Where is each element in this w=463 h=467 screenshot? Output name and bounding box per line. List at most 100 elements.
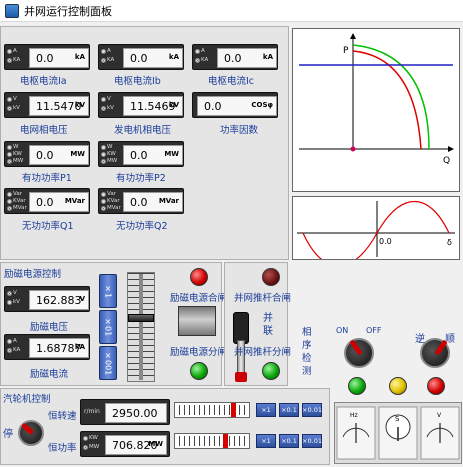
- speed-multiplier-x01[interactable]: ×0.1: [279, 403, 299, 417]
- meter-pf-meter: 0.0 COSφ: [192, 92, 278, 118]
- radio-dot[interactable]: [101, 49, 106, 54]
- meter-ia-radio-1[interactable]: KA: [7, 56, 29, 65]
- excitation-switch[interactable]: [178, 306, 216, 336]
- radio-dot[interactable]: [7, 58, 12, 63]
- meter-vgrid-radio-1[interactable]: kV: [7, 104, 29, 113]
- meter-ic-unit-radios: A KA: [195, 47, 217, 69]
- meter-q2-radio-1[interactable]: KVar: [101, 198, 123, 205]
- radio-dot[interactable]: [7, 348, 12, 353]
- excitation-current-label: 励磁电流: [30, 369, 69, 380]
- power-multiplier-x1[interactable]: ×1: [256, 434, 276, 448]
- meter-p1-radio-0[interactable]: W: [7, 144, 29, 151]
- excitation-current-radio-0[interactable]: A: [7, 337, 29, 346]
- meter-q2-radio-2[interactable]: MVar: [101, 205, 123, 212]
- grid-close-lamp[interactable]: [262, 268, 280, 286]
- radio-dot[interactable]: [101, 106, 106, 111]
- meter-ib-radio-1[interactable]: KA: [101, 56, 123, 65]
- radio-dot[interactable]: [101, 58, 106, 63]
- radio-label: kV: [107, 105, 114, 111]
- meter-q1-radio-2[interactable]: MVar: [7, 205, 29, 212]
- turbine-power-radio-1[interactable]: MW: [83, 443, 105, 452]
- excitation-close-lamp[interactable]: [190, 268, 208, 286]
- radio-dot[interactable]: [7, 49, 12, 54]
- radio-dot[interactable]: [7, 300, 12, 305]
- radio-dot[interactable]: [195, 58, 200, 63]
- meter-ia-radio-0[interactable]: A: [7, 47, 29, 56]
- radio-dot[interactable]: [195, 49, 200, 54]
- radio-dot[interactable]: [101, 145, 106, 150]
- step-button-x1[interactable]: ×1: [99, 274, 117, 308]
- radio-dot[interactable]: [7, 97, 12, 102]
- excitation-voltage-radio-1[interactable]: kV: [7, 298, 29, 307]
- sequence-knob[interactable]: [420, 338, 450, 368]
- radio-dot[interactable]: [101, 159, 106, 164]
- radio-dot[interactable]: [7, 192, 12, 197]
- radio-dot[interactable]: [7, 106, 12, 111]
- excitation-open-lamp[interactable]: [190, 362, 208, 380]
- meter-p2-radio-0[interactable]: W: [101, 144, 123, 151]
- meter-vgrid-radio-0[interactable]: V: [7, 95, 29, 104]
- meter-pf-unit: COSφ: [251, 101, 273, 109]
- meter-p2-radio-2[interactable]: MW: [101, 158, 123, 165]
- meter-ic-radio-0[interactable]: A: [195, 47, 217, 56]
- meter-p1-radio-1[interactable]: KW: [7, 151, 29, 158]
- radio-dot[interactable]: [101, 199, 106, 204]
- meter-ic-radio-1[interactable]: KA: [195, 56, 217, 65]
- meter-q1-radio-0[interactable]: Var: [7, 191, 29, 198]
- meter-ic-meter: A KA 0.0 kA: [192, 44, 278, 70]
- phase-knob[interactable]: [344, 338, 374, 368]
- turbine-speed-display: 2950.00: [105, 403, 167, 423]
- step-button-x001[interactable]: ×001: [99, 346, 117, 380]
- meter-q1-display: 0.0 MVar: [29, 192, 89, 212]
- meter-p1-display: 0.0 MW: [29, 145, 89, 165]
- meter-p1-radio-2[interactable]: MW: [7, 158, 29, 165]
- meter-vgen-radio-1[interactable]: kV: [101, 104, 123, 113]
- radio-dot[interactable]: [101, 192, 106, 197]
- meter-p1-value: 0.0: [36, 148, 54, 162]
- grid-open-lamp[interactable]: [262, 362, 280, 380]
- radio-dot[interactable]: [7, 291, 12, 296]
- step-button-x01[interactable]: ×01: [99, 310, 117, 344]
- meter-q2-unit: MVar: [158, 197, 179, 205]
- turbine-power-radio-0[interactable]: KW: [83, 434, 105, 443]
- meter-ib-unit-radios: A KA: [101, 47, 123, 69]
- radio-dot[interactable]: [101, 152, 106, 157]
- power-scale[interactable]: [174, 433, 250, 449]
- power-multiplier-x001[interactable]: ×0.01: [302, 434, 322, 448]
- radio-label: KW: [107, 151, 116, 157]
- radio-dot[interactable]: [83, 445, 88, 450]
- radio-dot[interactable]: [101, 97, 106, 102]
- excitation-current-radio-1[interactable]: KA: [7, 346, 29, 355]
- speed-multiplier-x1[interactable]: ×1: [256, 403, 276, 417]
- radio-dot[interactable]: [83, 436, 88, 441]
- radio-dot[interactable]: [7, 152, 12, 157]
- pq-x-arrow: [448, 146, 454, 152]
- power-scale-marker[interactable]: [222, 434, 228, 448]
- meter-ib-label: 电枢电流Ib: [114, 76, 161, 87]
- excitation-slider-knob[interactable]: [128, 314, 154, 322]
- meter-p2-radio-1[interactable]: KW: [101, 151, 123, 158]
- gauge-panel: Hz S V: [334, 402, 462, 464]
- wave-chart: 0.0 δ: [297, 200, 455, 267]
- radio-dot[interactable]: [7, 206, 12, 211]
- speed-scale-marker[interactable]: [231, 403, 237, 417]
- excitation-voltage-radio-0[interactable]: V: [7, 289, 29, 298]
- pq-green-curve: [352, 44, 430, 150]
- power-multiplier-x01[interactable]: ×0.1: [279, 434, 299, 448]
- speed-multiplier-x001[interactable]: ×0.01: [302, 403, 322, 417]
- radio-label: A: [13, 48, 17, 54]
- turbine-power-unit-radios: KW MW: [83, 434, 105, 456]
- radio-dot[interactable]: [101, 206, 106, 211]
- radio-dot[interactable]: [7, 145, 12, 150]
- meter-vgen-radio-0[interactable]: V: [101, 95, 123, 104]
- meter-q1-radio-1[interactable]: KVar: [7, 198, 29, 205]
- radio-dot[interactable]: [7, 159, 12, 164]
- meter-ib-radio-0[interactable]: A: [101, 47, 123, 56]
- radio-dot[interactable]: [7, 199, 12, 204]
- pq-ylabel: P: [343, 46, 349, 56]
- meter-q2-radio-0[interactable]: Var: [101, 191, 123, 198]
- radio-dot[interactable]: [7, 339, 12, 344]
- radio-label: A: [107, 48, 111, 54]
- speed-scale[interactable]: [174, 402, 250, 418]
- turbine-mode-knob[interactable]: [18, 420, 44, 446]
